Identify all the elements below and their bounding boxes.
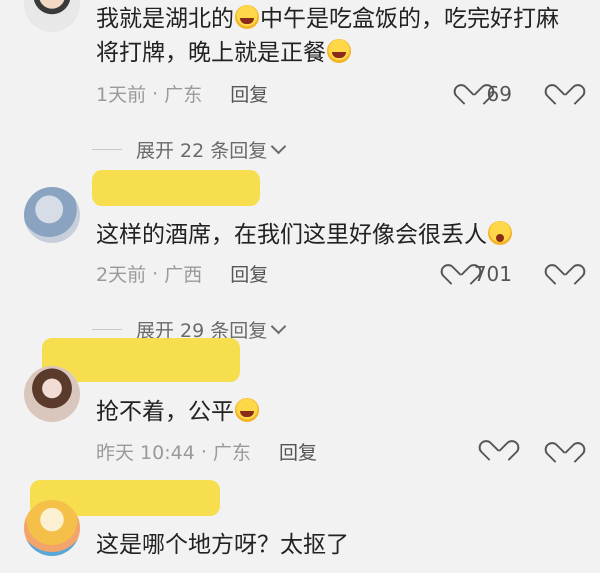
broken-heart-icon[interactable] <box>552 264 574 284</box>
avatar[interactable] <box>24 500 80 556</box>
laughing-emoji-icon <box>327 39 351 63</box>
chevron-down-icon <box>270 318 287 335</box>
location: 广东 <box>164 84 203 106</box>
location: 广东 <box>212 442 251 464</box>
comment-text: 这样的酒席，在我们这里好像会很丢人 <box>96 218 576 252</box>
like-button[interactable] <box>486 440 512 460</box>
redaction-mark <box>92 170 260 206</box>
comment-text: 抢不着，公平 <box>96 395 576 429</box>
comment-meta: 2天前 · 广西 回复 <box>96 260 268 287</box>
reply-button[interactable]: 回复 <box>279 438 317 465</box>
chevron-down-icon <box>270 138 287 155</box>
like-button[interactable]: 701 <box>448 262 512 286</box>
timestamp: 1天前 <box>96 84 147 106</box>
expand-replies[interactable]: 展开 22 条回复 <box>92 136 287 163</box>
laughing-emoji-icon <box>235 398 259 422</box>
reply-button[interactable]: 回复 <box>230 80 268 107</box>
comment-text: 这是哪个地方呀？太抠了 <box>96 532 349 558</box>
like-button[interactable]: 69 <box>461 82 512 106</box>
laughing-emoji-icon <box>235 5 259 29</box>
reply-button[interactable]: 回复 <box>230 260 268 287</box>
broken-heart-icon[interactable] <box>552 84 574 104</box>
shocked-emoji-icon <box>488 221 512 245</box>
timestamp: 2天前 <box>96 264 147 286</box>
heart-icon <box>448 264 470 284</box>
comment-meta: 1天前 · 广东 回复 <box>96 80 268 107</box>
avatar[interactable] <box>24 366 80 422</box>
timestamp: 昨天 10:44 <box>96 442 195 464</box>
comment-text: 我就是湖北的 中午是吃盒饭的，吃完好打麻 将打牌，晚上就是正餐 <box>96 5 559 66</box>
broken-heart-icon[interactable] <box>552 442 574 462</box>
avatar[interactable] <box>24 187 80 243</box>
heart-icon <box>486 440 508 460</box>
avatar[interactable] <box>24 0 80 32</box>
heart-icon <box>461 84 483 104</box>
comment-meta: 昨天 10:44 · 广东 回复 <box>96 438 317 465</box>
location: 广西 <box>164 264 203 286</box>
